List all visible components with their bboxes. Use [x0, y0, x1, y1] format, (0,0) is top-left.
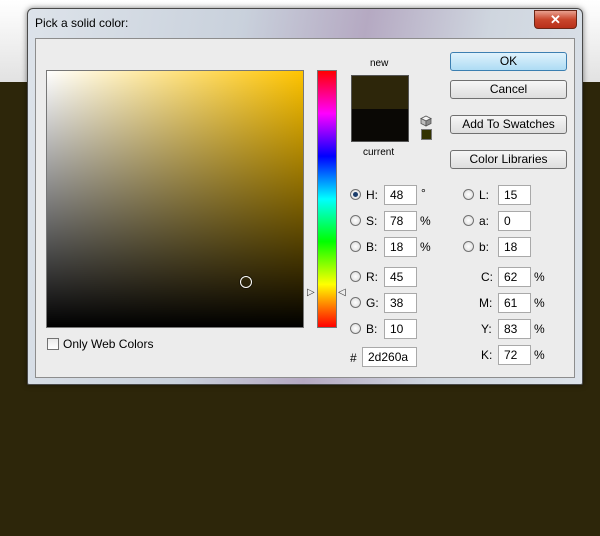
- cyan-input[interactable]: 62: [498, 267, 531, 287]
- green-radio[interactable]: [350, 297, 361, 308]
- color-picker-dialog: Pick a solid color: ✕ ▷ ◁ new current OK…: [27, 8, 583, 385]
- a-channel-radio[interactable]: [463, 215, 474, 226]
- current-color-swatch[interactable]: [351, 109, 409, 142]
- hue-unit: °: [421, 186, 426, 200]
- black-input[interactable]: 72: [498, 345, 531, 365]
- lightness-radio[interactable]: [463, 189, 474, 200]
- hue-input[interactable]: 48: [384, 185, 417, 205]
- cyan-label: C:: [481, 270, 493, 284]
- cube-icon[interactable]: [420, 115, 432, 127]
- saturation-unit: %: [420, 214, 431, 228]
- red-radio[interactable]: [350, 271, 361, 282]
- b-channel-radio[interactable]: [463, 241, 474, 252]
- magenta-label: M:: [479, 296, 493, 310]
- cyan-unit: %: [534, 270, 545, 284]
- dialog-title: Pick a solid color:: [35, 16, 129, 30]
- add-to-swatches-button[interactable]: Add To Swatches: [450, 115, 567, 134]
- only-web-colors-label: Only Web Colors: [63, 337, 154, 351]
- black-label: K:: [481, 348, 493, 362]
- lightness-label: L:: [479, 188, 490, 202]
- only-web-colors-checkbox[interactable]: [47, 338, 59, 350]
- yellow-unit: %: [534, 322, 545, 336]
- new-color-swatch: [351, 75, 409, 109]
- brightness-radio[interactable]: [350, 241, 361, 252]
- brightness-input[interactable]: 18: [384, 237, 417, 257]
- black-unit: %: [534, 348, 545, 362]
- magenta-input[interactable]: 61: [498, 293, 531, 313]
- b-channel-input[interactable]: 18: [498, 237, 531, 257]
- saturation-input[interactable]: 78: [384, 211, 417, 231]
- red-label: R:: [366, 270, 378, 284]
- hue-slider-left-handle-icon[interactable]: ▷: [307, 287, 315, 298]
- close-button[interactable]: ✕: [534, 10, 577, 29]
- brightness-label: B:: [366, 240, 378, 254]
- blue-input[interactable]: 10: [384, 319, 417, 339]
- green-input[interactable]: 38: [384, 293, 417, 313]
- hex-input[interactable]: 2d260a: [362, 347, 417, 367]
- magenta-unit: %: [534, 296, 545, 310]
- hue-radio[interactable]: [350, 189, 361, 200]
- hex-label: #: [350, 351, 357, 365]
- hue-label: H:: [366, 188, 378, 202]
- close-icon: ✕: [550, 12, 561, 27]
- saturation-label: S:: [366, 214, 378, 228]
- color-picker-cursor[interactable]: [240, 276, 252, 288]
- current-color-label: current: [363, 147, 395, 158]
- b-channel-label: b:: [479, 240, 490, 254]
- color-libraries-button[interactable]: Color Libraries: [450, 150, 567, 169]
- saturation-radio[interactable]: [350, 215, 361, 226]
- ok-button[interactable]: OK: [450, 52, 567, 71]
- a-channel-label: a:: [479, 214, 490, 228]
- new-color-label: new: [370, 58, 389, 69]
- yellow-input[interactable]: 83: [498, 319, 531, 339]
- yellow-label: Y:: [481, 322, 492, 336]
- brightness-unit: %: [420, 240, 431, 254]
- lightness-input[interactable]: 15: [498, 185, 531, 205]
- cancel-button[interactable]: Cancel: [450, 80, 567, 99]
- red-input[interactable]: 45: [384, 267, 417, 287]
- hue-slider-right-handle-icon[interactable]: ◁: [338, 287, 346, 298]
- a-channel-input[interactable]: 0: [498, 211, 531, 231]
- blue-radio[interactable]: [350, 323, 361, 334]
- dialog-body: ▷ ◁ new current OK Cancel Add To Swatche…: [35, 38, 575, 378]
- green-label: G:: [366, 296, 379, 310]
- hue-slider[interactable]: [317, 70, 337, 328]
- blue-label: B:: [366, 322, 378, 336]
- saturation-brightness-field[interactable]: [46, 70, 304, 328]
- web-safe-color-swatch[interactable]: [421, 129, 432, 140]
